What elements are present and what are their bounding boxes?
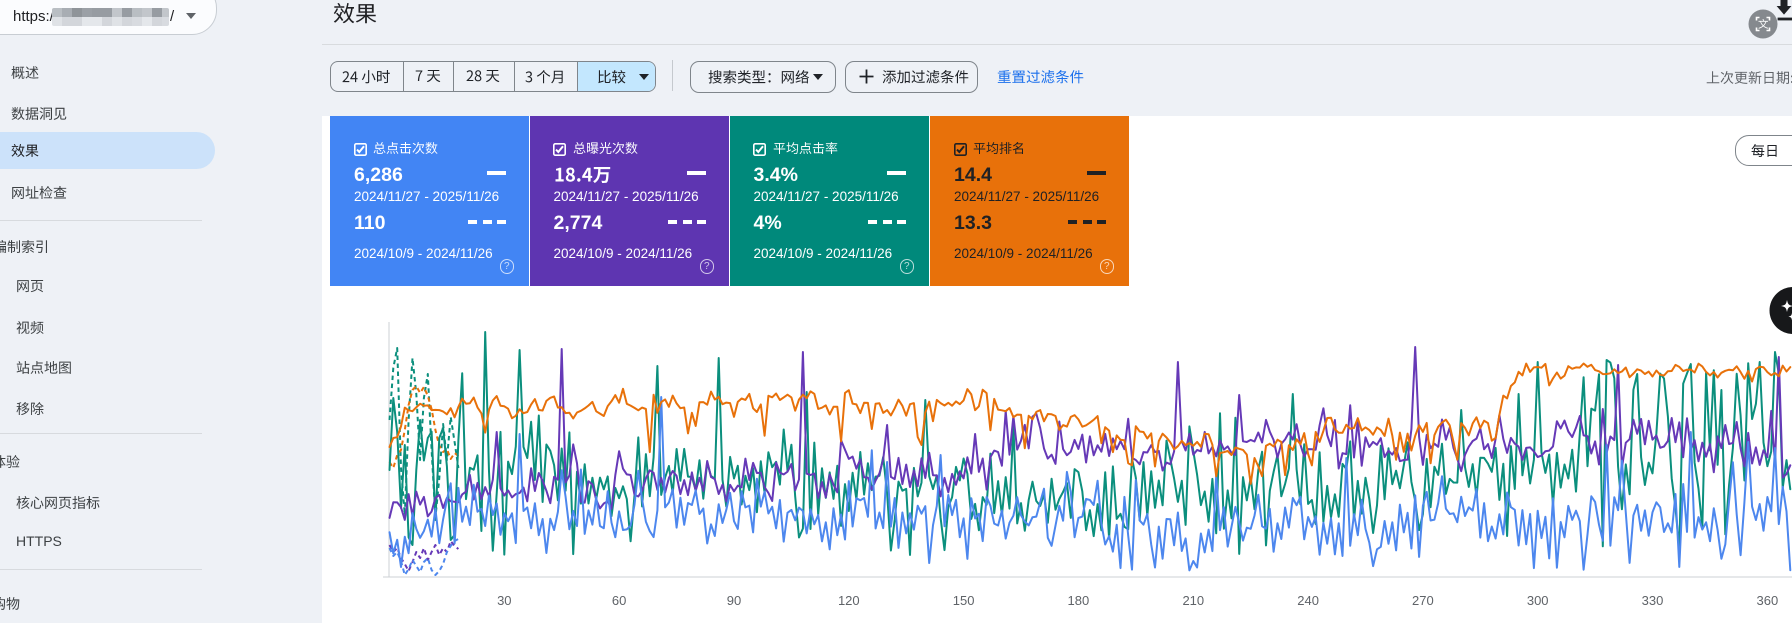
svg-text:150: 150 bbox=[953, 593, 975, 608]
svg-text:270: 270 bbox=[1412, 593, 1434, 608]
svg-text:240: 240 bbox=[1297, 593, 1319, 608]
svg-text:210: 210 bbox=[1182, 593, 1204, 608]
svg-text:300: 300 bbox=[1527, 593, 1549, 608]
svg-text:90: 90 bbox=[727, 593, 741, 608]
svg-text:120: 120 bbox=[838, 593, 860, 608]
svg-text:60: 60 bbox=[612, 593, 626, 608]
svg-text:330: 330 bbox=[1642, 593, 1664, 608]
svg-text:180: 180 bbox=[1068, 593, 1090, 608]
svg-text:30: 30 bbox=[497, 593, 511, 608]
svg-text:360: 360 bbox=[1757, 593, 1779, 608]
